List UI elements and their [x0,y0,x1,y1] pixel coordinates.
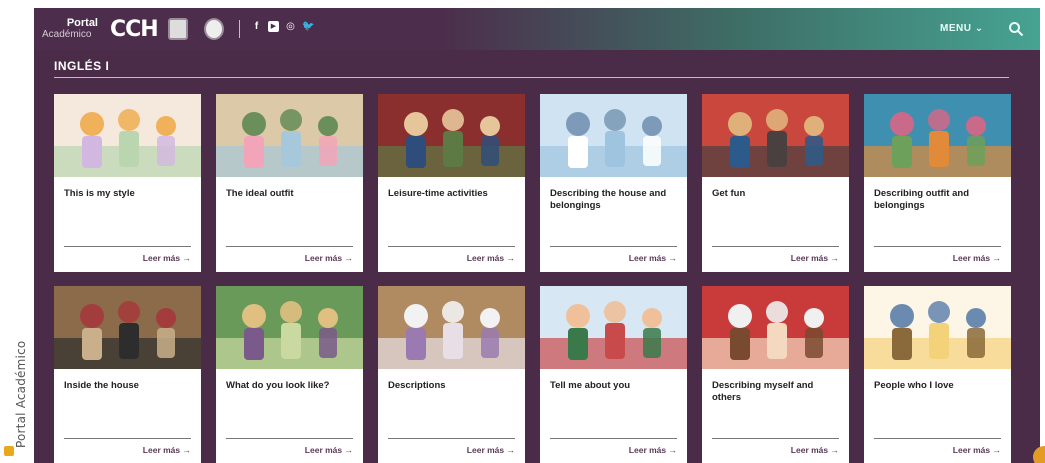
unam-seal-icon[interactable] [168,18,188,40]
read-more-link[interactable]: Leer más → [143,253,191,263]
card-divider [388,246,515,247]
menu-button[interactable]: MENU ⌄ [940,23,984,34]
lesson-title[interactable]: Describing the house and belongings [550,188,678,212]
card-divider [712,438,839,439]
card-divider [712,246,839,247]
read-more-link[interactable]: Leer más → [629,445,677,455]
watermark-text: Portal Académico [14,340,28,448]
header-divider [239,20,240,38]
lesson-title[interactable]: Get fun [712,188,840,200]
lesson-card[interactable]: Describing outfit and belongings Leer más… [864,94,1011,272]
lesson-title[interactable]: Leisure-time activities [388,188,516,200]
lesson-title[interactable]: This is my style [64,188,192,200]
page-frame: Portal Académico CCH f ▶ ◎ 🐦 MENU ⌄ INGL… [34,8,1040,463]
section-divider [54,77,1009,78]
card-divider [226,246,353,247]
search-icon[interactable] [1008,21,1024,37]
card-divider [550,246,677,247]
lesson-title[interactable]: Descriptions [388,380,516,392]
lesson-illustration[interactable] [378,286,525,369]
brand-line-2: Académico [42,29,92,40]
lesson-title[interactable]: The ideal outfit [226,188,354,200]
lesson-card[interactable]: People who I love Leer más → [864,286,1011,463]
lesson-illustration[interactable] [54,286,201,369]
portal-brand-logo[interactable]: Portal Académico [42,16,102,42]
card-divider [550,438,677,439]
lesson-illustration[interactable] [864,286,1011,369]
instagram-icon[interactable]: ◎ [285,21,296,32]
social-links: f ▶ ◎ 🐦 [251,21,314,32]
card-divider [64,438,191,439]
card-divider [874,438,1001,439]
lesson-illustration[interactable] [702,286,849,369]
side-watermark: Portal Académico [0,0,34,463]
lesson-illustration[interactable] [216,286,363,369]
read-more-link[interactable]: Leer más → [467,445,515,455]
read-more-link[interactable]: Leer más → [791,445,839,455]
read-more-link[interactable]: Leer más → [467,253,515,263]
read-more-link[interactable]: Leer más → [953,253,1001,263]
watermark-logo-icon [4,446,14,456]
lesson-card[interactable]: Describing the house and belongings Leer … [540,94,687,272]
top-navigation-bar: Portal Académico CCH f ▶ ◎ 🐦 MENU ⌄ [34,8,1040,50]
cch-seal-icon[interactable] [204,18,224,40]
lesson-title[interactable]: Tell me about you [550,380,678,392]
read-more-link[interactable]: Leer más → [143,445,191,455]
lesson-card[interactable]: The ideal outfit Leer más → [216,94,363,272]
lesson-illustration[interactable] [378,94,525,177]
read-more-link[interactable]: Leer más → [629,253,677,263]
lesson-card[interactable]: Inside the house Leer más → [54,286,201,463]
youtube-icon[interactable]: ▶ [268,21,279,32]
card-divider [874,246,1001,247]
lesson-title[interactable]: Describing outfit and belongings [874,188,1002,212]
lesson-card[interactable]: This is my style Leer más → [54,94,201,272]
lesson-card[interactable]: Get fun Leer más → [702,94,849,272]
card-divider [388,438,515,439]
section-title: INGLÉS I [54,59,110,73]
lesson-illustration[interactable] [864,94,1011,177]
lesson-card[interactable]: What do you look like? Leer más → [216,286,363,463]
read-more-link[interactable]: Leer más → [305,445,353,455]
card-divider [64,246,191,247]
read-more-link[interactable]: Leer más → [953,445,1001,455]
lesson-illustration[interactable] [216,94,363,177]
read-more-link[interactable]: Leer más → [791,253,839,263]
lesson-title[interactable]: Inside the house [64,380,192,392]
lesson-illustration[interactable] [702,94,849,177]
lesson-card[interactable]: Tell me about you Leer más → [540,286,687,463]
lesson-card[interactable]: Describing myself and others Leer más → [702,286,849,463]
facebook-icon[interactable]: f [251,21,262,32]
lesson-title[interactable]: What do you look like? [226,380,354,392]
lesson-title[interactable]: People who I love [874,380,1002,392]
lesson-illustration[interactable] [540,286,687,369]
lesson-illustration[interactable] [54,94,201,177]
cch-logo[interactable]: CCH [110,17,159,42]
brand-line-1: Portal [66,17,98,29]
twitter-icon[interactable]: 🐦 [302,21,314,32]
lesson-title[interactable]: Describing myself and others [712,380,840,404]
read-more-link[interactable]: Leer más → [305,253,353,263]
lesson-illustration[interactable] [540,94,687,177]
lesson-card[interactable]: Descriptions Leer más → [378,286,525,463]
lesson-card[interactable]: Leisure-time activities Leer más → [378,94,525,272]
card-divider [226,438,353,439]
